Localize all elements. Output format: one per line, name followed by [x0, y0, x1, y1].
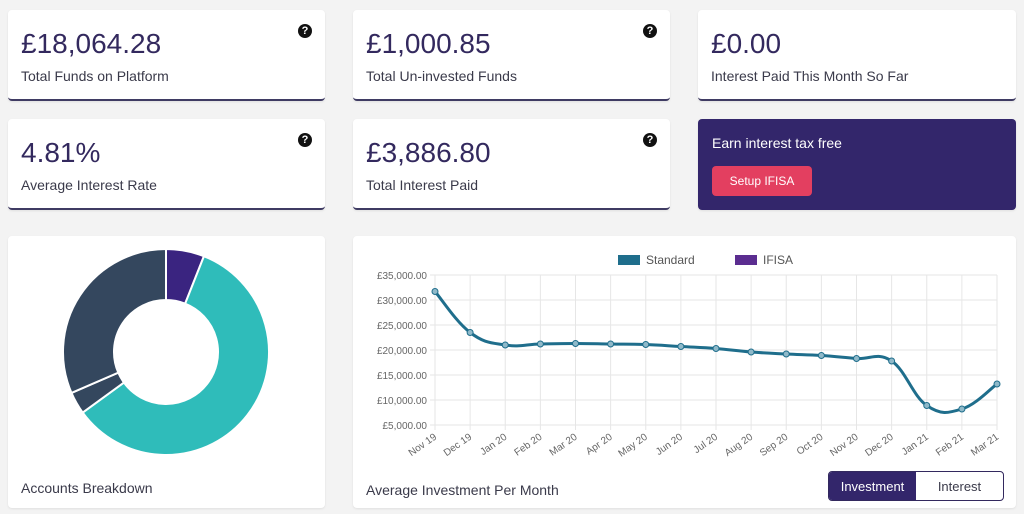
accounts-title: Accounts Breakdown	[21, 480, 153, 496]
x-tick-label: Jul 20	[692, 431, 721, 456]
legend-label: IFISA	[763, 253, 793, 267]
stat-value: £0.00	[711, 28, 782, 59]
x-tick-label: Aug 20	[723, 431, 756, 458]
accounts-breakdown-card: Accounts Breakdown	[8, 236, 325, 508]
legend-swatch	[735, 255, 757, 265]
donut-chart	[62, 247, 270, 456]
stat-value: £18,064.28	[21, 28, 162, 59]
y-tick-label: £20,000.00	[377, 346, 427, 357]
help-icon[interactable]: ?	[298, 24, 312, 38]
data-point	[888, 357, 896, 365]
investment-title: Average Investment Per Month	[366, 482, 559, 498]
stat-interest-this-month: £0.00 Interest Paid This Month So Far	[698, 10, 1016, 101]
x-tick-label: May 20	[617, 431, 651, 459]
x-tick-label: Dec 19	[442, 431, 475, 458]
y-tick-label: £10,000.00	[377, 396, 427, 407]
x-tick-label: Mar 21	[969, 431, 1001, 458]
data-point	[958, 405, 966, 413]
data-point	[677, 343, 685, 350]
x-tick-label: Nov 20	[828, 431, 861, 458]
toggle-interest[interactable]: Interest	[916, 472, 1003, 500]
legend-label: Standard	[646, 253, 695, 267]
chart-toggle: Investment Interest	[828, 471, 1004, 501]
x-tick-label: Jan 21	[900, 431, 931, 457]
stat-value: £3,886.80	[366, 137, 491, 168]
x-tick-label: Feb 21	[934, 431, 966, 458]
setup-ifisa-button[interactable]: Setup IFISA	[712, 166, 812, 196]
stat-label: Total Un-invested Funds	[366, 68, 517, 84]
data-point	[993, 380, 1001, 388]
stat-average-rate: 4.81% Average Interest Rate ?	[8, 119, 325, 210]
x-tick-label: Jan 20	[478, 431, 509, 457]
line-chart: £5,000.00 £10,000.00 £15,000.00 £20,000.00 £…	[377, 253, 1001, 460]
y-tick-label: £35,000.00	[377, 271, 427, 282]
y-tick-label: £30,000.00	[377, 296, 427, 307]
x-tick-label: Dec 20	[863, 431, 896, 458]
stat-uninvested-funds: £1,000.85 Total Un-invested Funds ?	[353, 10, 670, 101]
stat-label: Interest Paid This Month So Far	[711, 68, 909, 84]
data-point	[572, 340, 579, 347]
data-point	[607, 340, 615, 348]
data-point	[712, 345, 720, 352]
data-point	[923, 402, 931, 409]
stat-label: Average Interest Rate	[21, 177, 157, 193]
x-tick-label: Apr 20	[584, 431, 615, 457]
help-icon[interactable]: ?	[298, 133, 312, 147]
x-tick-label: Jun 20	[654, 431, 685, 457]
data-point	[853, 355, 860, 362]
y-tick-label: £5,000.00	[383, 421, 428, 432]
data-point	[431, 288, 439, 295]
investment-chart-card: £5,000.00 £10,000.00 £15,000.00 £20,000.00 £…	[353, 236, 1016, 508]
data-point	[536, 340, 544, 348]
data-point	[466, 329, 474, 336]
data-point	[501, 341, 509, 349]
y-tick-label: £25,000.00	[377, 321, 427, 332]
ifisa-promo: Earn interest tax free Setup IFISA	[698, 119, 1016, 210]
legend-swatch	[618, 255, 640, 265]
stat-value: 4.81%	[21, 137, 101, 168]
x-tick-label: Oct 20	[795, 431, 826, 457]
data-point	[747, 348, 755, 356]
data-point	[782, 350, 790, 358]
stat-total-interest: £3,886.80 Total Interest Paid ?	[353, 119, 670, 210]
help-icon[interactable]: ?	[643, 133, 657, 147]
stat-label: Total Funds on Platform	[21, 68, 169, 84]
stat-label: Total Interest Paid	[366, 177, 479, 193]
donut-slice	[62, 247, 167, 395]
x-tick-label: Feb 20	[513, 431, 545, 458]
toggle-investment[interactable]: Investment	[829, 472, 916, 500]
x-tick-label: Nov 19	[407, 431, 440, 458]
stat-total-funds: £18,064.28 Total Funds on Platform ?	[8, 10, 325, 101]
data-point	[817, 352, 825, 359]
stat-value: £1,000.85	[366, 28, 491, 59]
x-tick-label: Mar 20	[548, 431, 580, 458]
x-tick-label: Sep 20	[758, 431, 791, 458]
help-icon[interactable]: ?	[643, 24, 657, 38]
promo-title: Earn interest tax free	[712, 135, 842, 151]
data-point	[642, 341, 650, 348]
y-tick-label: £15,000.00	[377, 371, 427, 382]
